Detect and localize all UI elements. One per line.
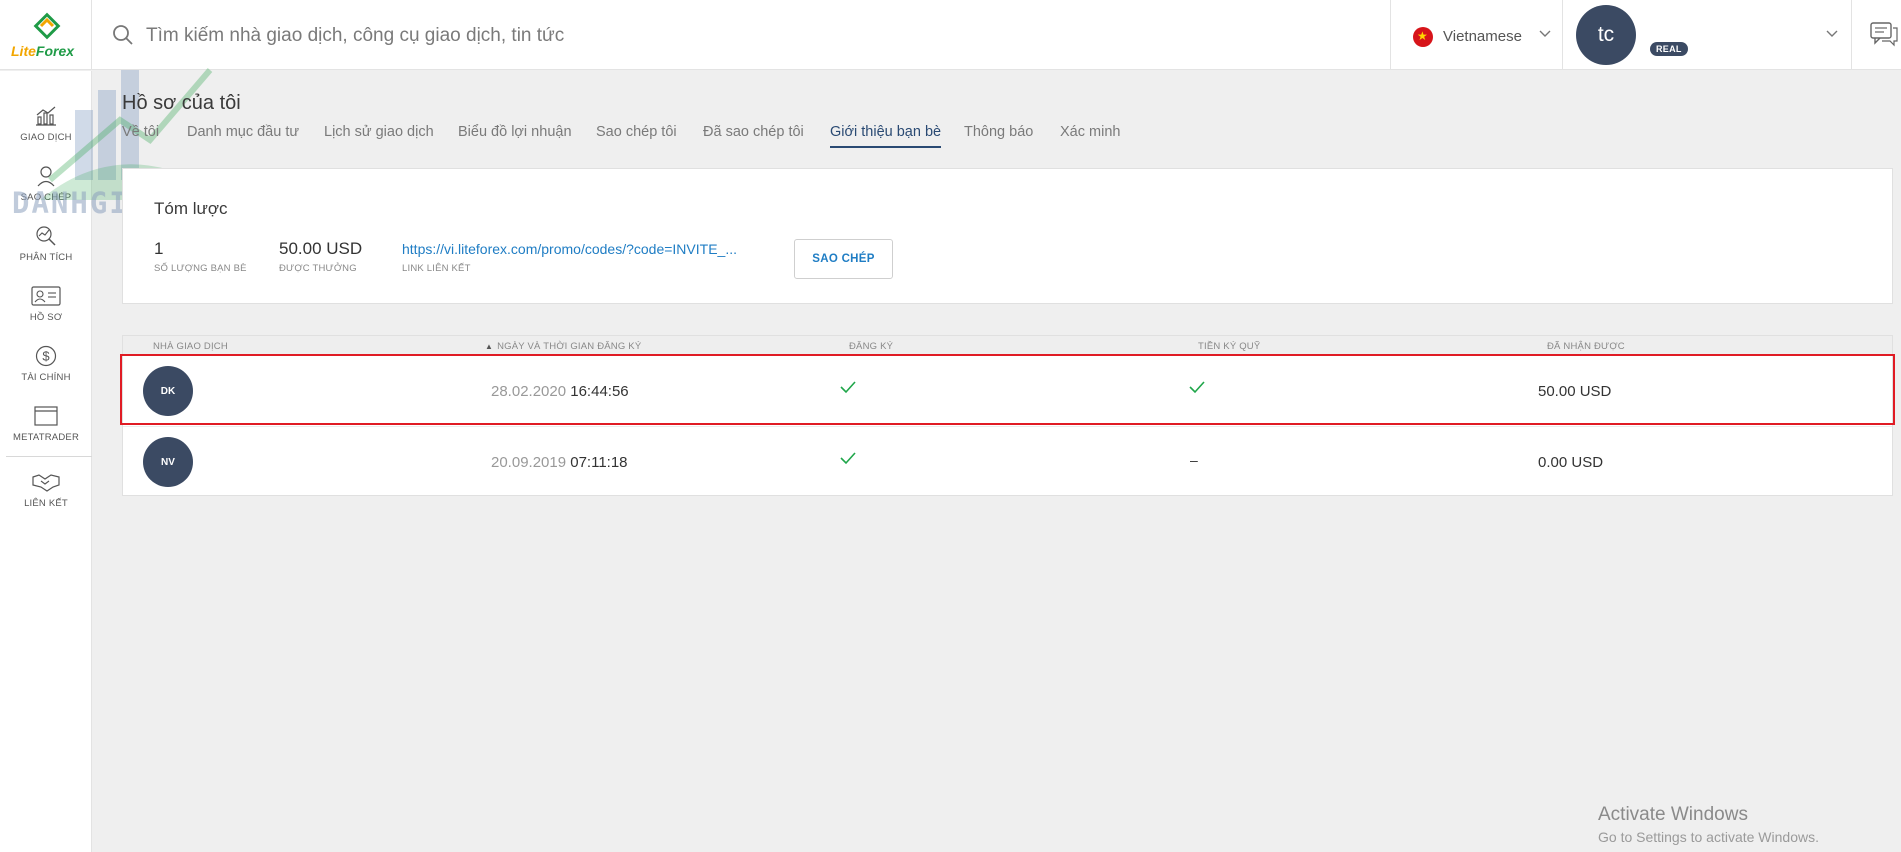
sort-ascending-icon: ▲ [485, 342, 494, 351]
liteforex-logo-icon [33, 12, 61, 40]
earned-amount: 50.00 USD [1538, 383, 1612, 400]
earned-amount: 0.00 USD [1538, 454, 1604, 471]
column-header-registration-date[interactable]: ▲ NGÀY VÀ THỜI GIAN ĐĂNG KÝ [485, 341, 641, 352]
bonus-label: ĐƯỢC THƯỞNG [279, 263, 357, 274]
registration-datetime: 28.02.2020 16:44:56 [491, 383, 629, 400]
referral-link[interactable]: https://vi.liteforex.com/promo/codes/?co… [402, 241, 737, 257]
column-header-trader[interactable]: NHÀ GIAO DỊCH [153, 341, 228, 352]
logo-text: LiteForex [11, 43, 75, 59]
page-title: Hồ sơ của tôi [122, 92, 241, 114]
chat-icon[interactable] [1870, 22, 1898, 48]
tab-profit-chart[interactable]: Biểu đồ lợi nhuận [458, 124, 572, 140]
sidebar-item-metatrader[interactable]: METATRADER [0, 405, 92, 461]
referrals-table: NHÀ GIAO DỊCH ▲ NGÀY VÀ THỜI GIAN ĐĂNG KÝ… [122, 335, 1893, 496]
activate-windows-subtitle: Go to Settings to activate Windows. [1598, 829, 1819, 845]
top-bar: LiteForex Vietnamese tc REAL [0, 0, 1901, 70]
avatar: NV [143, 437, 193, 487]
dollar-circle-icon: $ [35, 345, 57, 367]
logo[interactable]: LiteForex [0, 0, 92, 70]
handshake-icon [32, 474, 60, 492]
activate-windows-title: Activate Windows [1598, 804, 1748, 825]
registration-datetime: 20.09.2019 07:11:18 [491, 454, 628, 471]
account-type-badge: REAL [1650, 42, 1688, 56]
sidebar-item-partnership[interactable]: LIÊN KẾT [0, 471, 92, 527]
language-selector[interactable]: Vietnamese [1390, 0, 1563, 70]
tab-trade-history[interactable]: Lịch sử giao dịch [324, 124, 434, 140]
copy-link-button[interactable]: SAO CHÉP [794, 239, 893, 279]
check-icon [840, 452, 856, 465]
search-icon[interactable] [112, 24, 134, 46]
tab-copy-me[interactable]: Sao chép tôi [596, 124, 677, 140]
column-header-deposit[interactable]: TIỀN KÝ QUỸ [1198, 341, 1260, 352]
sidebar-item-finance[interactable]: $ TÀI CHÍNH [0, 345, 92, 401]
deposit-none: – [1190, 452, 1198, 468]
search-input[interactable] [146, 22, 1376, 50]
table-header: NHÀ GIAO DỊCH ▲ NGÀY VÀ THỜI GIAN ĐĂNG KÝ… [123, 336, 1892, 356]
bonus-value: 50.00 USD [279, 239, 363, 258]
tab-about-me[interactable]: Về tôi [122, 124, 159, 140]
svg-text:$: $ [42, 349, 50, 364]
tab-portfolio[interactable]: Danh mục đầu tư [187, 124, 299, 140]
window-icon [34, 406, 58, 426]
sidebar-item-trading[interactable]: GIAO DỊCH [0, 105, 92, 161]
table-row[interactable]: NV 20.09.2019 07:11:18 – 0.00 USD [123, 426, 1892, 496]
vietnam-flag-icon [1413, 27, 1433, 47]
summary-card: Tóm lược 1 SỐ LƯỢNG BẠN BÈ 50.00 USD ĐƯỢ… [122, 168, 1893, 304]
table-row[interactable]: DK 28.02.2020 16:44:56 50.00 USD [123, 356, 1892, 426]
tab-copied-me[interactable]: Đã sao chép tôi [703, 124, 804, 140]
summary-title: Tóm lược [154, 199, 228, 218]
column-header-earned[interactable]: ĐÃ NHẬN ĐƯỢC [1547, 341, 1625, 352]
language-label: Vietnamese [1443, 28, 1522, 45]
friends-count: 1 [154, 239, 164, 258]
account-menu[interactable]: tc REAL [1564, 0, 1852, 70]
column-header-registered[interactable]: ĐĂNG KÝ [849, 341, 893, 352]
avatar[interactable]: tc [1576, 5, 1636, 65]
tab-notifications[interactable]: Thông báo [964, 124, 1033, 140]
check-icon [1189, 381, 1205, 394]
activate-windows-notice: Activate Windows Go to Settings to activ… [1598, 804, 1819, 845]
tab-refer-friends[interactable]: Giới thiệu bạn bè [830, 124, 942, 148]
sidebar-divider [6, 456, 92, 457]
tab-verification[interactable]: Xác minh [1060, 124, 1120, 140]
friends-count-label: SỐ LƯỢNG BẠN BÈ [154, 263, 247, 274]
sidebar-item-analytics[interactable]: PHÂN TÍCH [0, 225, 92, 281]
copy-trader-icon [37, 166, 55, 187]
check-icon [840, 381, 856, 394]
chevron-down-icon[interactable] [1826, 30, 1838, 38]
trading-chart-icon [36, 106, 56, 126]
referral-link-label: LINK LIÊN KẾT [402, 263, 471, 274]
avatar: DK [143, 366, 193, 416]
analytics-icon [36, 226, 56, 246]
chevron-down-icon [1539, 30, 1551, 37]
sidebar-item-profile[interactable]: HỒ SƠ [0, 285, 92, 341]
profile-card-icon [31, 286, 61, 306]
